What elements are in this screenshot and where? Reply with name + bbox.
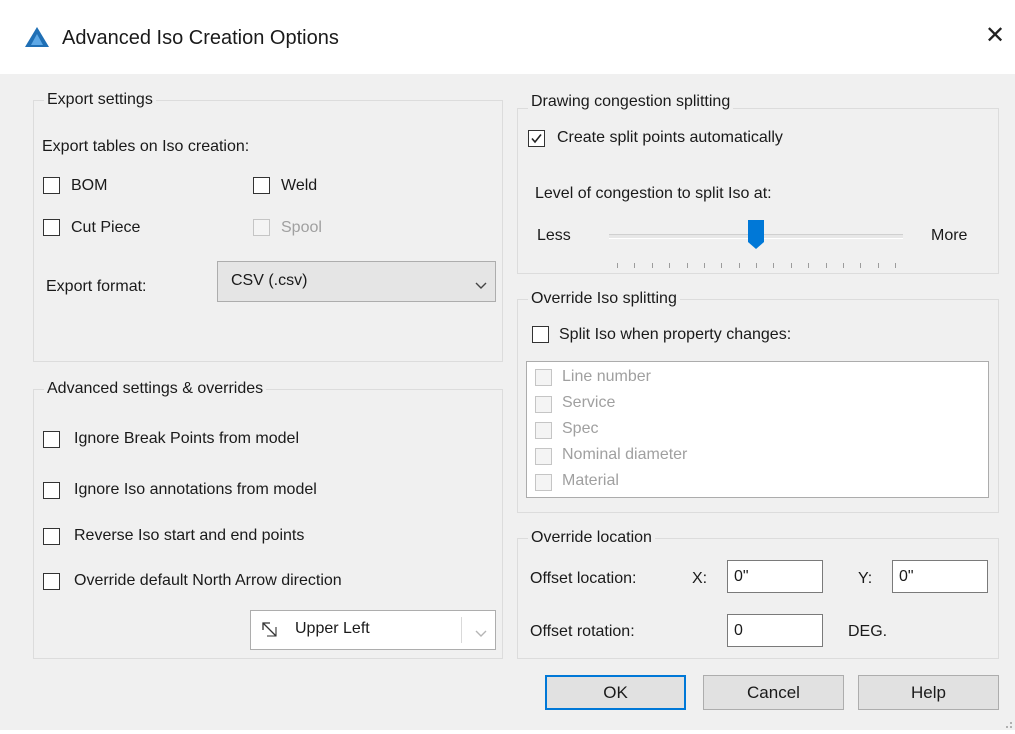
slider-tick — [669, 263, 671, 268]
ignore-iso-annotations-label: Ignore Iso annotations from model — [74, 481, 317, 498]
property-checkbox-line-number — [535, 369, 552, 386]
reverse-iso-points-checkbox[interactable] — [43, 528, 60, 545]
offset-y-input[interactable]: 0" — [892, 560, 988, 593]
slider-more-label: More — [931, 227, 968, 244]
north-arrow-upper-left-icon — [260, 620, 280, 645]
slider-tick — [825, 263, 827, 268]
slider-less-label: Less — [537, 227, 571, 244]
slider-tick — [842, 263, 844, 268]
property-label-line-number: Line number — [562, 368, 651, 385]
slider-tick — [773, 263, 775, 268]
export-format-dropdown[interactable]: CSV (.csv) — [217, 261, 496, 302]
spool-checkbox — [253, 219, 270, 236]
advanced-iso-creation-dialog: Advanced Iso Creation Options ✕ Export s… — [0, 0, 1015, 730]
chevron-down-icon — [475, 277, 487, 295]
slider-tick — [877, 263, 879, 268]
app-icon — [24, 26, 50, 48]
property-label-nominal-diameter: Nominal diameter — [562, 446, 688, 463]
spool-label: Spool — [281, 219, 322, 236]
slider-tick — [860, 263, 862, 268]
reverse-iso-points-label: Reverse Iso start and end points — [74, 527, 305, 544]
slider-tick — [703, 263, 705, 268]
slider-tick — [634, 263, 636, 268]
ok-button[interactable]: OK — [545, 675, 686, 710]
export-settings-legend: Export settings — [44, 90, 156, 110]
cancel-button[interactable]: Cancel — [703, 675, 844, 710]
bom-checkbox[interactable] — [43, 177, 60, 194]
export-format-label: Export format: — [46, 278, 147, 295]
export-format-value: CSV (.csv) — [231, 272, 308, 289]
slider-tick — [617, 263, 618, 268]
north-arrow-value: Upper Left — [295, 620, 370, 637]
help-button[interactable]: Help — [858, 675, 999, 710]
property-checkbox-spec — [535, 422, 552, 439]
congestion-level-label: Level of congestion to split Iso at: — [535, 185, 772, 202]
property-checkbox-material — [535, 474, 552, 491]
ignore-break-points-checkbox[interactable] — [43, 431, 60, 448]
weld-checkbox[interactable] — [253, 177, 270, 194]
window-title: Advanced Iso Creation Options — [62, 27, 339, 49]
offset-rotation-label: Offset rotation: — [530, 623, 635, 640]
property-checkbox-service — [535, 396, 552, 413]
slider-tick — [808, 263, 810, 268]
offset-rotation-input[interactable]: 0 — [727, 614, 823, 647]
advanced-settings-legend: Advanced settings & overrides — [44, 379, 267, 399]
offset-x-input[interactable]: 0" — [727, 560, 823, 593]
title-bar: Advanced Iso Creation Options ✕ — [0, 0, 1015, 74]
slider-tick — [721, 263, 723, 268]
north-arrow-direction-dropdown: Upper Left — [250, 610, 496, 650]
split-iso-checkbox[interactable] — [532, 326, 549, 343]
create-split-points-label: Create split points automatically — [557, 129, 783, 146]
override-north-arrow-label: Override default North Arrow direction — [74, 572, 342, 589]
slider-tick — [738, 263, 740, 268]
dropdown-divider — [461, 617, 462, 643]
slider-tick — [686, 263, 688, 268]
property-list: Line number Service Spec Nominal diamete… — [526, 361, 989, 498]
slider-tick — [790, 263, 792, 268]
slider-tick — [651, 263, 653, 268]
resize-grip-icon[interactable] — [1001, 716, 1013, 734]
slider-tick — [756, 263, 757, 268]
property-label-material: Material — [562, 472, 619, 489]
bom-label: BOM — [71, 177, 108, 194]
ignore-break-points-label: Ignore Break Points from model — [74, 430, 299, 447]
close-icon[interactable]: ✕ — [977, 18, 1013, 54]
property-label-spec: Spec — [562, 420, 599, 437]
override-north-arrow-checkbox[interactable] — [43, 573, 60, 590]
split-iso-label: Split Iso when property changes: — [559, 326, 792, 343]
ignore-iso-annotations-checkbox[interactable] — [43, 482, 60, 499]
override-location-legend: Override location — [528, 528, 655, 548]
property-label-service: Service — [562, 394, 616, 411]
offset-location-label: Offset location: — [530, 570, 637, 587]
create-split-points-checkbox[interactable] — [528, 130, 545, 147]
export-tables-label: Export tables on Iso creation: — [42, 138, 250, 155]
slider-tick — [895, 263, 896, 268]
chevron-down-icon — [475, 625, 487, 643]
cut-piece-label: Cut Piece — [71, 219, 141, 236]
property-checkbox-nominal-diameter — [535, 448, 552, 465]
congestion-slider-thumb[interactable] — [748, 220, 764, 250]
congestion-splitting-legend: Drawing congestion splitting — [528, 92, 734, 112]
rotation-unit-label: DEG. — [848, 623, 888, 640]
override-splitting-legend: Override Iso splitting — [528, 289, 680, 309]
weld-label: Weld — [281, 177, 318, 194]
offset-x-label: X: — [692, 570, 708, 587]
cut-piece-checkbox[interactable] — [43, 219, 60, 236]
offset-y-label: Y: — [858, 570, 873, 587]
